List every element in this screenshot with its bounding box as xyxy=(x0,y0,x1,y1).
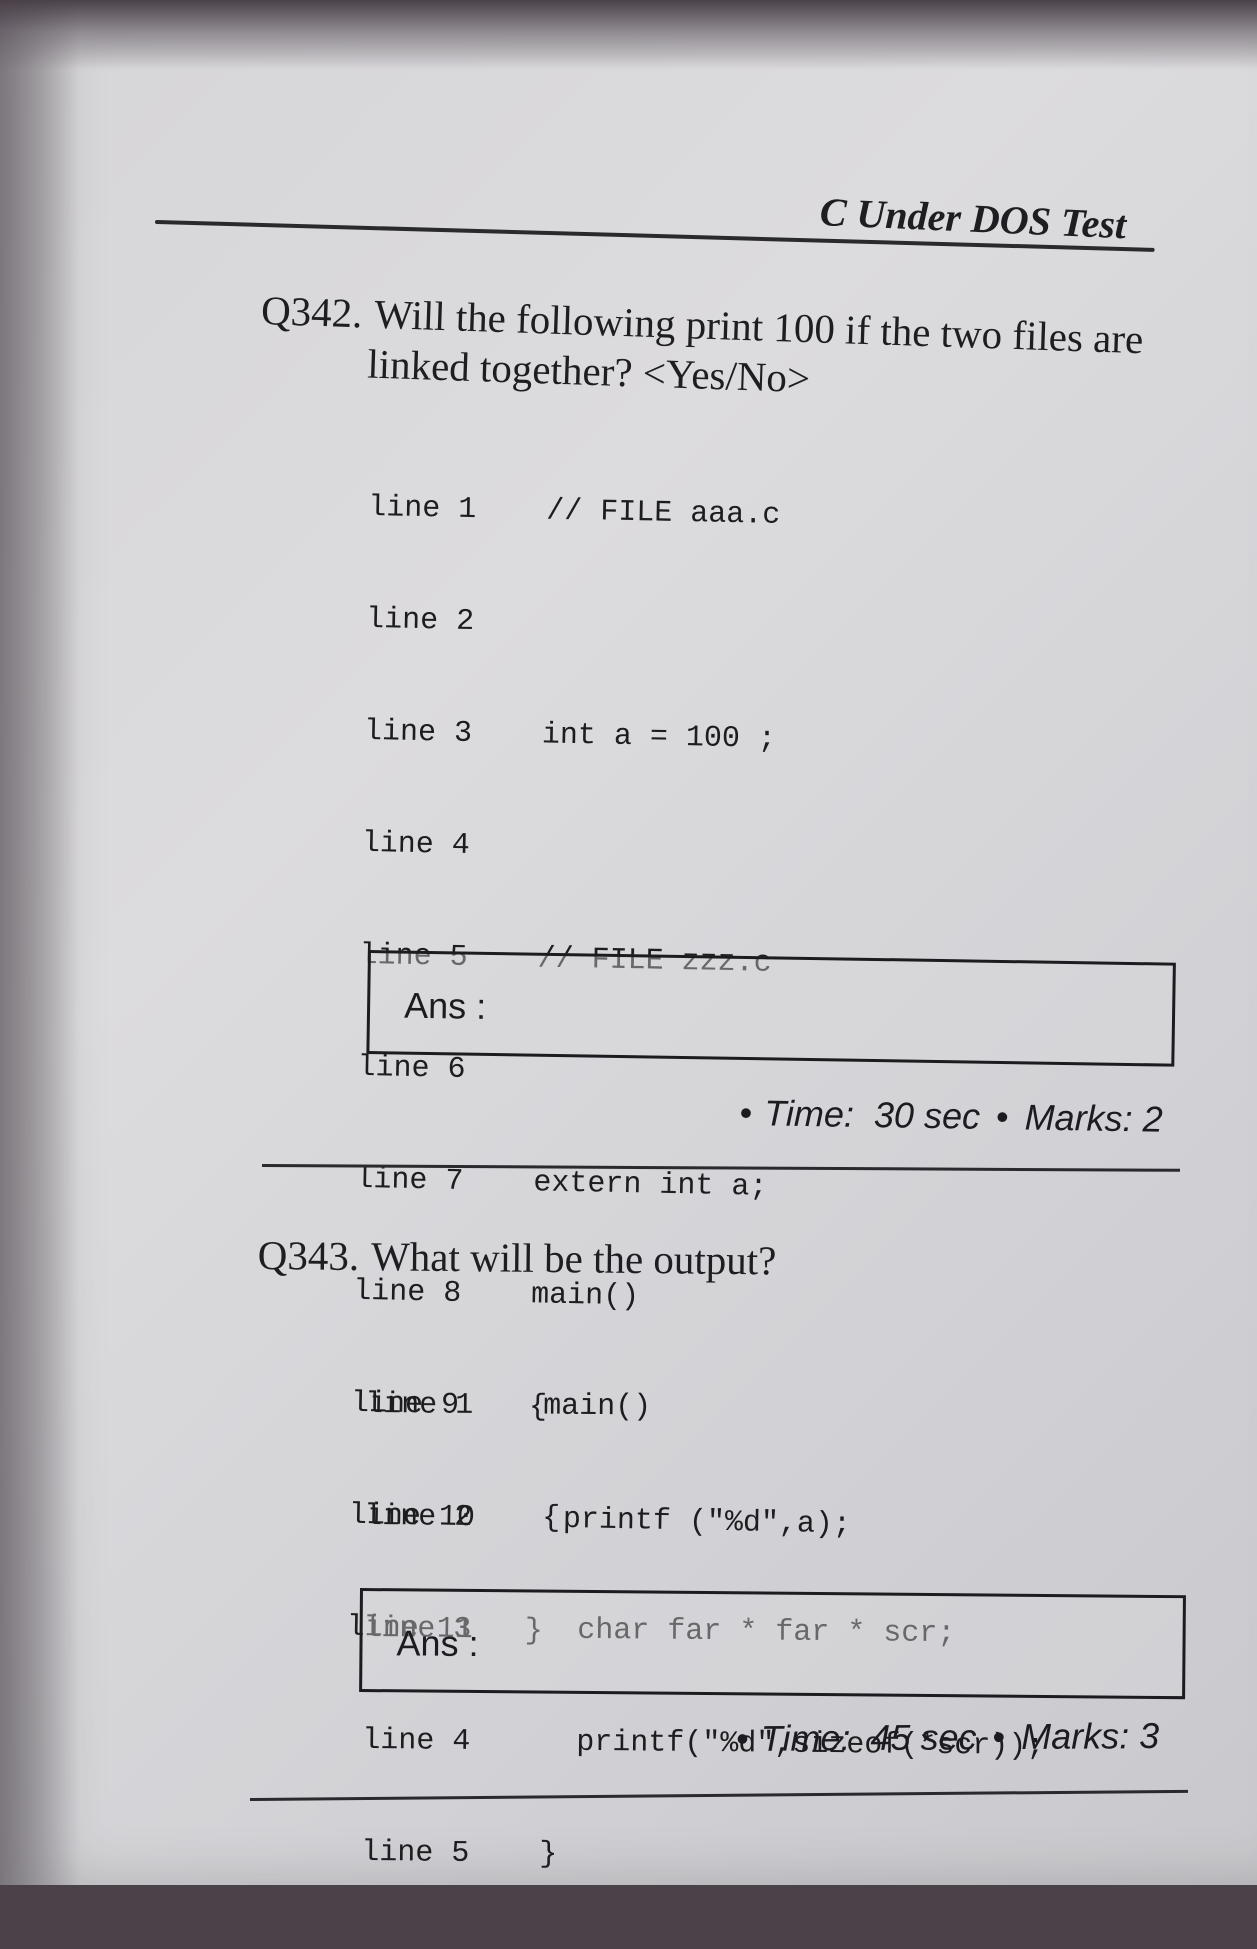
question-q342: Q342. Will the following print 100 if the… xyxy=(259,285,1162,415)
code-line-number: line 2 xyxy=(364,1499,473,1535)
marks-label: Marks: xyxy=(1024,1096,1133,1140)
bullet-icon: • xyxy=(992,1716,1006,1758)
code-line-number: line 4 xyxy=(361,826,471,863)
book-binding-shadow xyxy=(0,0,80,1885)
page-top-shadow xyxy=(0,0,1257,70)
code-text: extern int a; xyxy=(533,1166,768,1205)
code-text: // FILE aaa.c xyxy=(545,494,781,533)
code-text: int a = 100 ; xyxy=(541,718,777,757)
code-row: line 2 xyxy=(366,598,869,652)
code-row: line 4 xyxy=(361,822,864,876)
question-q343: Q343. What will be the output? xyxy=(257,1230,776,1285)
code-row: line 2 { xyxy=(364,1495,1046,1545)
book-page: C Under DOS Test Q342. Will the following… xyxy=(0,0,1257,1885)
code-row: line 3 int a = 100 ; xyxy=(364,710,867,764)
code-row: line 1 // FILE aaa.c xyxy=(368,486,871,540)
time-value: 30 sec xyxy=(873,1094,981,1137)
code-line-number: line 4 xyxy=(362,1723,471,1759)
marks-value: 2 xyxy=(1142,1098,1163,1140)
answer-box-q342[interactable]: Ans : xyxy=(366,950,1176,1067)
question-number: Q343. xyxy=(257,1231,360,1280)
question-text-line1: What will be the output? xyxy=(370,1233,777,1284)
time-value: 45 sec xyxy=(870,1716,977,1759)
code-row: line 5} xyxy=(361,1831,1043,1881)
marks-value: 3 xyxy=(1139,1715,1160,1757)
code-line-number: line 1 xyxy=(365,1387,474,1423)
time-label: Time: xyxy=(763,1092,855,1135)
code-text: } xyxy=(539,1837,558,1872)
code-text: { xyxy=(542,1501,561,1536)
answer-label: Ans : xyxy=(396,1622,479,1665)
bullet-icon: • xyxy=(736,1717,749,1759)
bullet-icon: • xyxy=(739,1092,753,1134)
time-label: Time: xyxy=(760,1717,851,1759)
code-line-number: line 1 xyxy=(367,490,477,528)
code-line-number: line 2 xyxy=(365,602,475,640)
code-line-number: line 3 xyxy=(363,714,473,752)
code-text: main() xyxy=(543,1389,652,1425)
question-number: Q342. xyxy=(260,286,364,337)
answer-label: Ans : xyxy=(403,984,487,1027)
code-row: line 1 main() xyxy=(365,1383,1047,1433)
marks-label: Marks: xyxy=(1020,1715,1130,1758)
time-marks-q343: • Time: 45 sec • Marks: 3 xyxy=(736,1715,1159,1760)
time-marks-q342: • Time: 30 sec • Marks: 2 xyxy=(739,1092,1163,1141)
answer-box-q343[interactable]: Ans : xyxy=(359,1588,1186,1700)
code-line-number: line 5 xyxy=(361,1835,470,1871)
bullet-icon: • xyxy=(995,1096,1009,1138)
